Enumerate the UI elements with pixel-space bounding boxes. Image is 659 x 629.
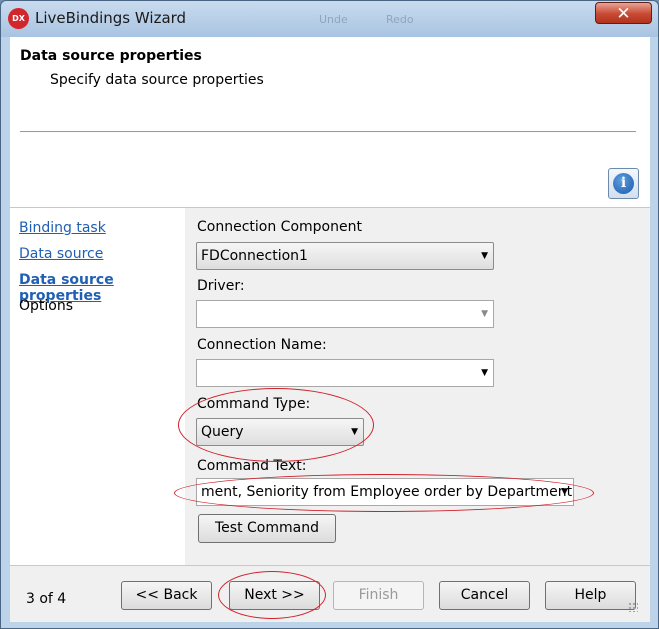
command-type-value: Query	[201, 424, 244, 440]
cancel-button[interactable]: Cancel	[439, 581, 530, 610]
title-bar: DX LiveBindings Wizard Unde Redo ✕	[1, 1, 658, 35]
window-title: LiveBindings Wizard	[35, 9, 187, 27]
driver-select[interactable]: ▼	[196, 300, 494, 328]
dropdown-arrow-icon: ▼	[481, 251, 488, 261]
step-indicator: 3 of 4	[26, 591, 67, 607]
command-text-label: Command Text:	[197, 458, 307, 474]
connection-component-select[interactable]: FDConnection1 ▼	[196, 242, 494, 270]
next-button[interactable]: Next >>	[229, 581, 320, 610]
finish-button: Finish	[333, 581, 424, 610]
command-type-label: Command Type:	[197, 396, 311, 412]
wizard-steps-nav: Binding task Data source Data source pro…	[10, 208, 185, 565]
connection-name-select[interactable]: ▼	[196, 359, 494, 387]
app-logo-icon: DX	[8, 8, 29, 29]
command-text-value: ment, Seniority from Employee order by D…	[201, 484, 573, 500]
command-text-field[interactable]: ment, Seniority from Employee order by D…	[196, 478, 574, 506]
background-hint-redo: Redo	[386, 13, 414, 26]
resize-grip-icon[interactable]	[628, 602, 638, 612]
header-panel: Data source properties Specify data sour…	[10, 37, 650, 208]
nav-item-binding-task[interactable]: Binding task	[19, 220, 106, 236]
dropdown-arrow-icon: ▼	[561, 487, 568, 497]
connection-name-label: Connection Name:	[197, 337, 327, 353]
command-type-select[interactable]: Query ▼	[196, 418, 364, 446]
page-subtitle: Specify data source properties	[50, 72, 264, 88]
back-button[interactable]: << Back	[121, 581, 212, 610]
test-command-button[interactable]: Test Command	[198, 514, 336, 543]
wizard-footer: 3 of 4 << Back Next >> Finish Cancel Hel…	[10, 565, 650, 622]
driver-label: Driver:	[197, 278, 245, 294]
connection-component-value: FDConnection1	[201, 248, 308, 264]
nav-item-options: Options	[19, 298, 74, 314]
help-button[interactable]: Help	[545, 581, 636, 610]
dropdown-arrow-icon: ▼	[481, 368, 488, 378]
close-button[interactable]: ✕	[595, 2, 652, 24]
dropdown-arrow-icon: ▼	[481, 309, 488, 319]
dropdown-arrow-icon: ▼	[351, 427, 358, 437]
nav-item-data-source[interactable]: Data source	[19, 246, 103, 262]
background-hint-undo: Unde	[319, 13, 348, 26]
properties-form: Connection Component FDConnection1 ▼ Dri…	[185, 208, 650, 565]
info-button[interactable]: i	[608, 168, 639, 199]
page-title: Data source properties	[20, 48, 202, 64]
header-divider	[20, 131, 636, 133]
connection-component-label: Connection Component	[197, 219, 362, 235]
info-icon: i	[613, 173, 634, 194]
wizard-window: DX LiveBindings Wizard Unde Redo ✕ Data …	[0, 0, 659, 629]
